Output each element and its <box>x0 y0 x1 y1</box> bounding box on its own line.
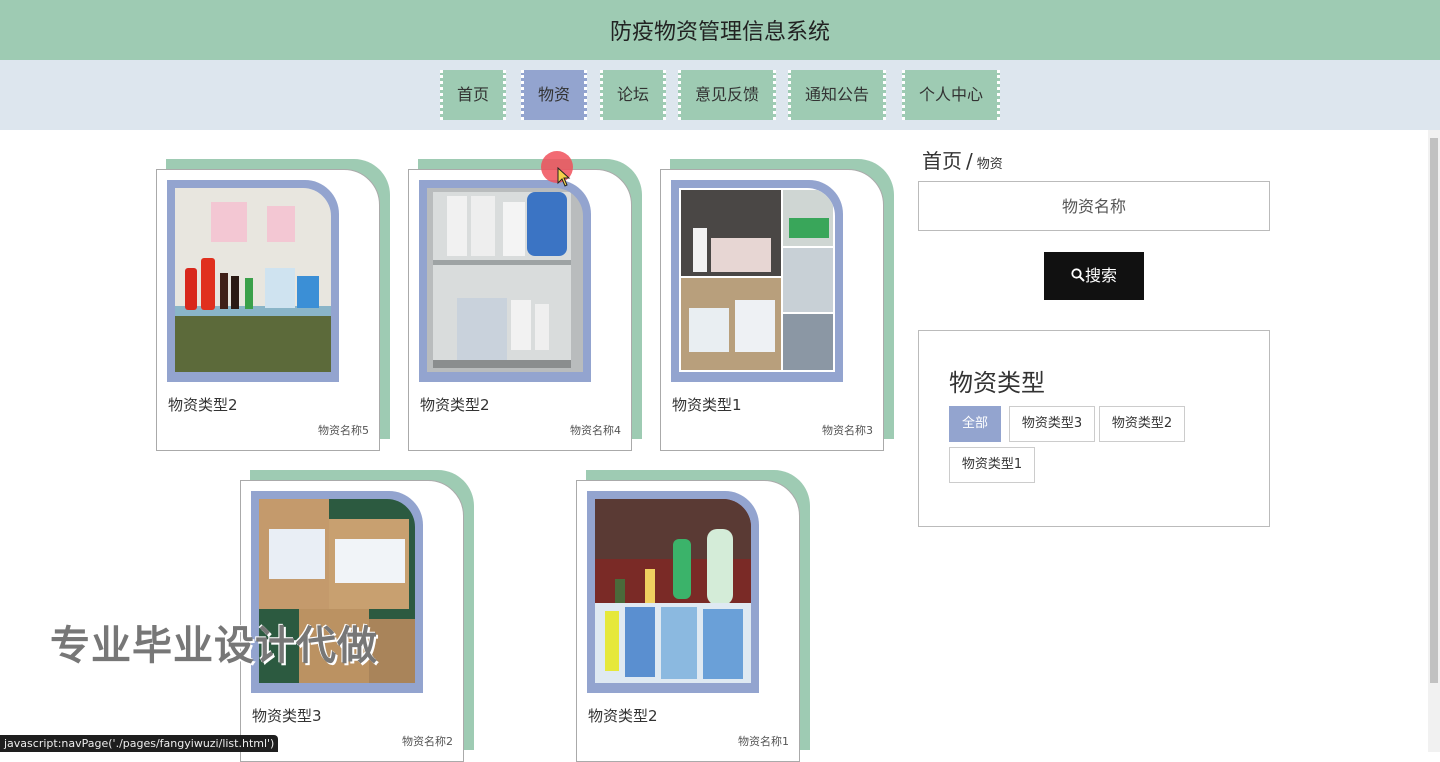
product-image-frame[interactable] <box>419 180 591 382</box>
product-card[interactable]: 物资类型2 物资名称5 <box>156 159 390 451</box>
product-name: 物资名称1 <box>738 735 789 748</box>
cabinet-supplies-photo <box>427 188 583 372</box>
product-type: 物资类型3 <box>252 707 322 725</box>
nav-item-supplies[interactable]: 物资 <box>521 70 587 120</box>
app-header: 防疫物资管理信息系统 <box>0 0 1440 60</box>
category-filter-panel: 物资类型 全部 物资类型3 物资类型2 物资类型1 <box>918 330 1270 527</box>
nav-item-forum[interactable]: 论坛 <box>600 70 666 120</box>
card-body[interactable]: 物资类型2 物资名称5 <box>156 169 380 451</box>
filter-chip-all[interactable]: 全部 <box>949 406 1001 442</box>
search-input[interactable] <box>918 181 1270 231</box>
product-image-frame[interactable] <box>587 491 759 693</box>
product-photo[interactable] <box>175 188 331 372</box>
product-type: 物资类型1 <box>672 396 742 414</box>
product-card[interactable]: 物资类型1 物资名称3 <box>660 159 894 451</box>
product-photo[interactable] <box>679 188 835 372</box>
product-name: 物资名称4 <box>570 424 621 437</box>
filter-chip-type2[interactable]: 物资类型2 <box>1099 406 1185 442</box>
filter-chip-type3[interactable]: 物资类型3 <box>1009 406 1095 442</box>
product-card[interactable]: 物资类型2 物资名称1 <box>576 470 810 762</box>
product-type: 物资类型2 <box>588 707 658 725</box>
watermark-text: 专业毕业设计代做 <box>50 623 378 669</box>
app-title: 防疫物资管理信息系统 <box>609 20 830 45</box>
product-image-frame[interactable] <box>167 180 339 382</box>
nav-item-home[interactable]: 首页 <box>440 70 506 120</box>
product-card[interactable]: 物资类型2 物资名称4 <box>408 159 642 451</box>
product-type: 物资类型2 <box>168 396 238 414</box>
nav-item-feedback[interactable]: 意见反馈 <box>678 70 776 120</box>
product-name: 物资名称3 <box>822 424 873 437</box>
filter-chip-type1[interactable]: 物资类型1 <box>949 447 1035 483</box>
page-scrollbar[interactable] <box>1428 130 1440 752</box>
breadcrumb-home[interactable]: 首页 <box>922 149 962 173</box>
main-nav: 首页 物资 论坛 意见反馈 通知公告 个人中心 <box>0 60 1440 130</box>
disinfectant-supplies-photo <box>175 188 331 372</box>
search-icon <box>1071 268 1085 282</box>
product-photo[interactable] <box>595 499 751 683</box>
breadcrumb-separator: / <box>966 149 973 173</box>
search-button-label: 搜索 <box>1084 266 1117 285</box>
product-name: 物资名称5 <box>318 424 369 437</box>
nav-item-profile[interactable]: 个人中心 <box>902 70 1000 120</box>
product-image-frame[interactable] <box>671 180 843 382</box>
sprayers-masks-photo <box>595 499 751 683</box>
product-photo[interactable] <box>427 188 583 372</box>
browser-status-bar: javascript:navPage('./pages/fangyiwuzi/l… <box>0 735 279 752</box>
card-body[interactable]: 物资类型2 物资名称4 <box>408 169 632 451</box>
mouse-pointer-icon <box>557 167 571 187</box>
product-name: 物资名称2 <box>402 735 453 748</box>
collage-supplies-photo <box>679 188 835 372</box>
breadcrumb: 首页 / 物资 <box>922 145 1003 174</box>
card-body[interactable]: 物资类型2 物资名称1 <box>576 480 800 762</box>
breadcrumb-current: 物资 <box>976 157 1003 172</box>
filter-title: 物资类型 <box>949 369 1045 397</box>
product-type: 物资类型2 <box>420 396 490 414</box>
search-button[interactable]: 搜索 <box>1044 252 1144 300</box>
nav-item-notices[interactable]: 通知公告 <box>788 70 886 120</box>
scrollbar-thumb[interactable] <box>1430 138 1438 683</box>
card-body[interactable]: 物资类型1 物资名称3 <box>660 169 884 451</box>
